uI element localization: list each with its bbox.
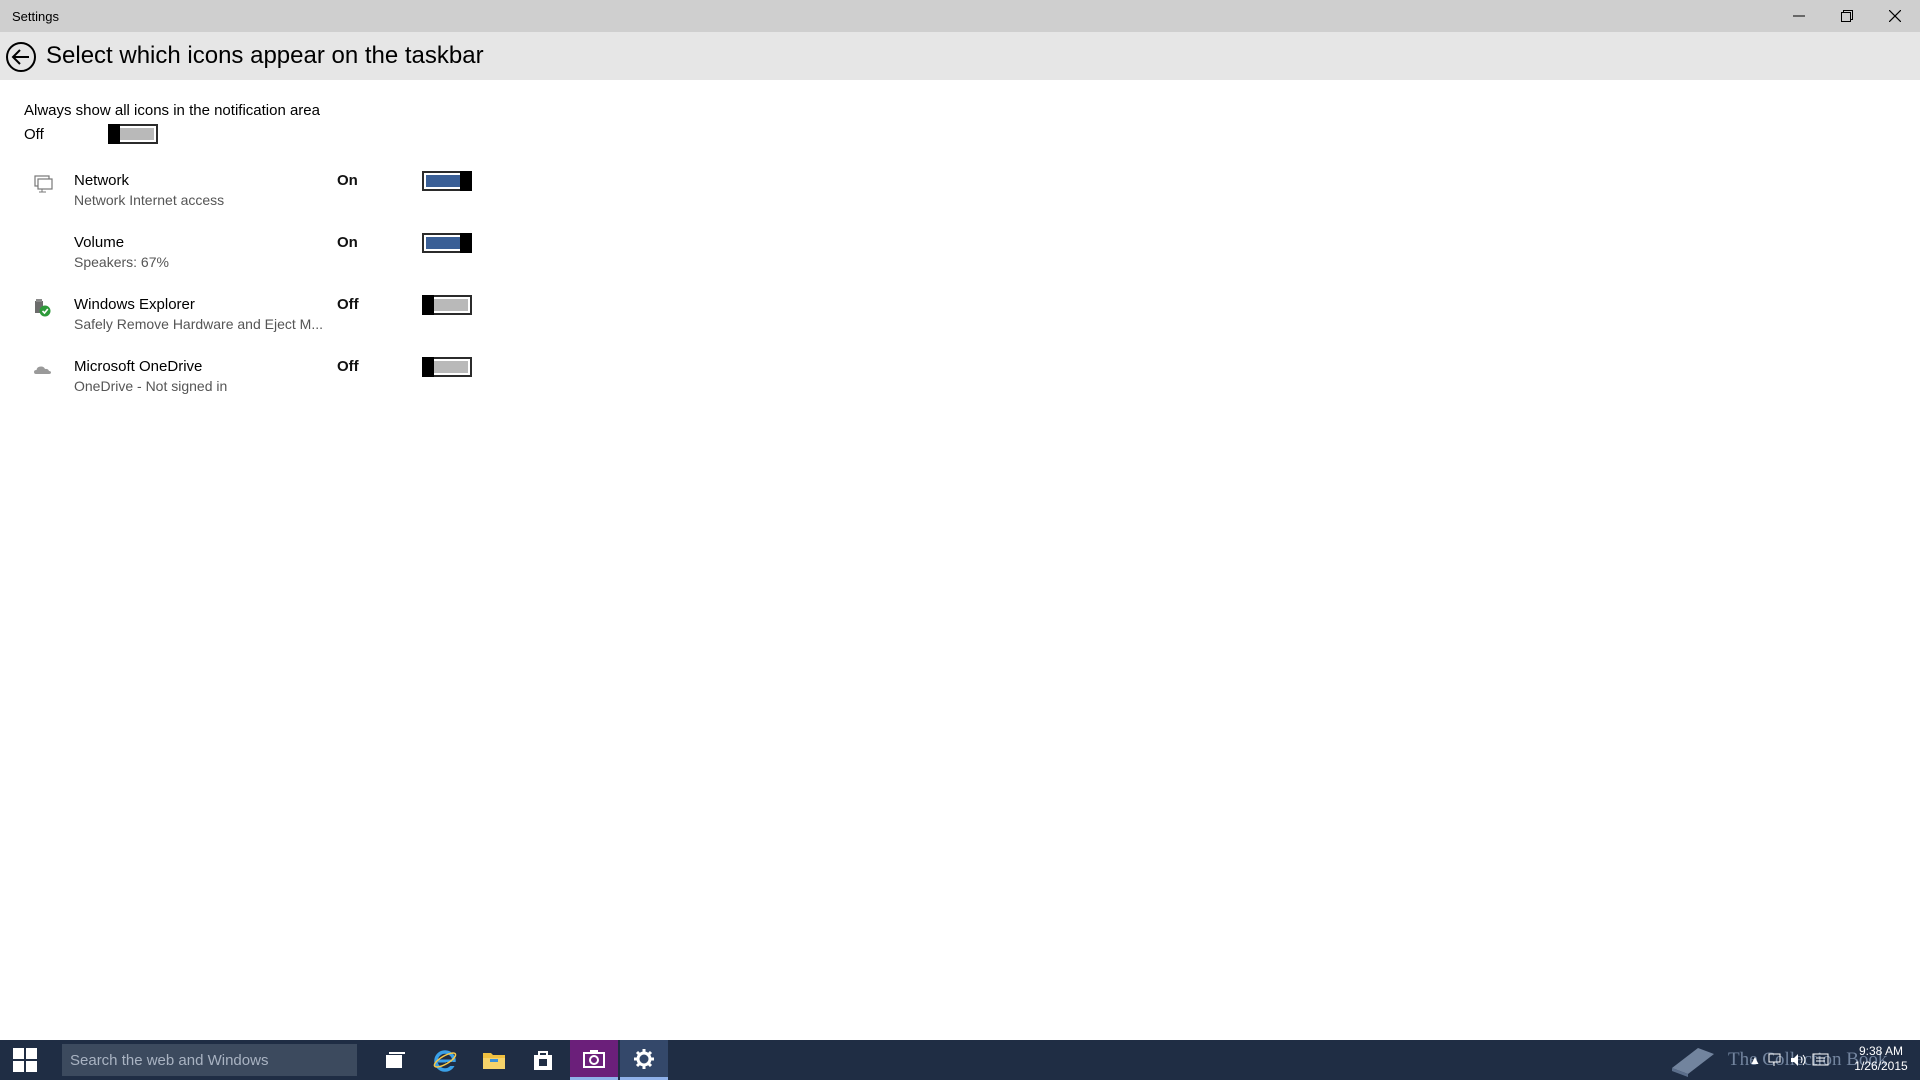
taskbar: Search the web and Windows The Collectio… [0,1040,1920,1080]
taskbar-clock[interactable]: 9:38 AM 1/26/2015 [1848,1044,1914,1074]
row-state: On [337,234,358,251]
minimize-button[interactable] [1776,0,1822,32]
system-tray: ▲ [1744,1040,1832,1080]
network-toggle[interactable] [422,171,472,191]
row-title: Network [74,172,130,189]
volume-tray-icon[interactable] [1788,1051,1810,1069]
row-subtitle: OneDrive - Not signed in [74,378,228,394]
camera-app-button[interactable] [570,1040,618,1080]
back-button[interactable] [4,40,38,74]
start-button[interactable] [0,1040,50,1080]
list-item-onedrive: Microsoft OneDrive OneDrive - Not signed… [0,356,600,418]
show-hidden-icons-chevron-icon[interactable]: ▲ [1744,1053,1766,1067]
always-show-label: Always show all icons in the notificatio… [24,102,320,119]
camera-icon [583,1049,605,1068]
minimize-icon [1793,15,1805,17]
row-subtitle: Safely Remove Hardware and Eject M... [74,316,323,332]
row-subtitle: Speakers: 67% [74,254,169,270]
volume-toggle[interactable] [422,233,472,253]
list-item-network: Network Network Internet access On [0,170,600,232]
list-item-volume: Volume Speakers: 67% On [0,232,600,294]
file-explorer-button[interactable] [470,1040,518,1080]
row-state: Off [337,296,359,313]
row-state: Off [337,358,359,375]
onedrive-toggle[interactable] [422,357,472,377]
toggle-thumb [422,295,434,315]
internet-explorer-button[interactable] [421,1040,469,1080]
title-bar: Settings [0,0,1920,32]
always-show-state: Off [24,126,44,143]
clock-date: 1/26/2015 [1854,1059,1908,1073]
toggle-thumb [460,171,472,191]
windows-logo-icon [13,1048,37,1072]
folder-icon [483,1053,505,1069]
window-title: Settings [12,9,59,24]
store-button[interactable] [519,1040,567,1080]
task-view-button[interactable] [372,1040,420,1080]
toggle-thumb [422,357,434,377]
row-title: Windows Explorer [74,296,195,313]
restore-button[interactable] [1824,0,1870,32]
page-title: Select which icons appear on the taskbar [46,42,484,69]
row-state: On [337,172,358,189]
list-item-windows-explorer: Windows Explorer Safely Remove Hardware … [0,294,600,356]
page-header: Select which icons appear on the taskbar [0,32,1920,80]
back-arrow-icon [6,42,36,72]
gear-icon [634,1048,654,1069]
close-icon [1889,10,1901,22]
row-title: Volume [74,234,125,251]
toggle-thumb [460,233,472,253]
task-view-icon [386,1052,405,1068]
close-button[interactable] [1872,0,1918,32]
restore-icon [1841,10,1853,22]
action-center-icon[interactable] [1810,1051,1832,1069]
windows-explorer-toggle[interactable] [422,295,472,315]
onedrive-cloud-icon [33,360,53,380]
toggle-thumb [108,124,120,144]
row-subtitle: Network Internet access [74,192,225,208]
clock-time: 9:38 AM [1858,1044,1904,1058]
safely-remove-hardware-icon [33,298,53,318]
always-show-toggle[interactable] [108,124,158,144]
row-title: Microsoft OneDrive [74,358,203,375]
settings-app-button[interactable] [620,1040,668,1080]
network-tray-icon[interactable] [1766,1051,1788,1069]
internet-explorer-icon [433,1050,457,1072]
network-icon [33,174,53,194]
book-logo-icon [1672,1048,1714,1077]
store-bag-icon [534,1051,552,1070]
search-input[interactable]: Search the web and Windows [62,1044,357,1076]
